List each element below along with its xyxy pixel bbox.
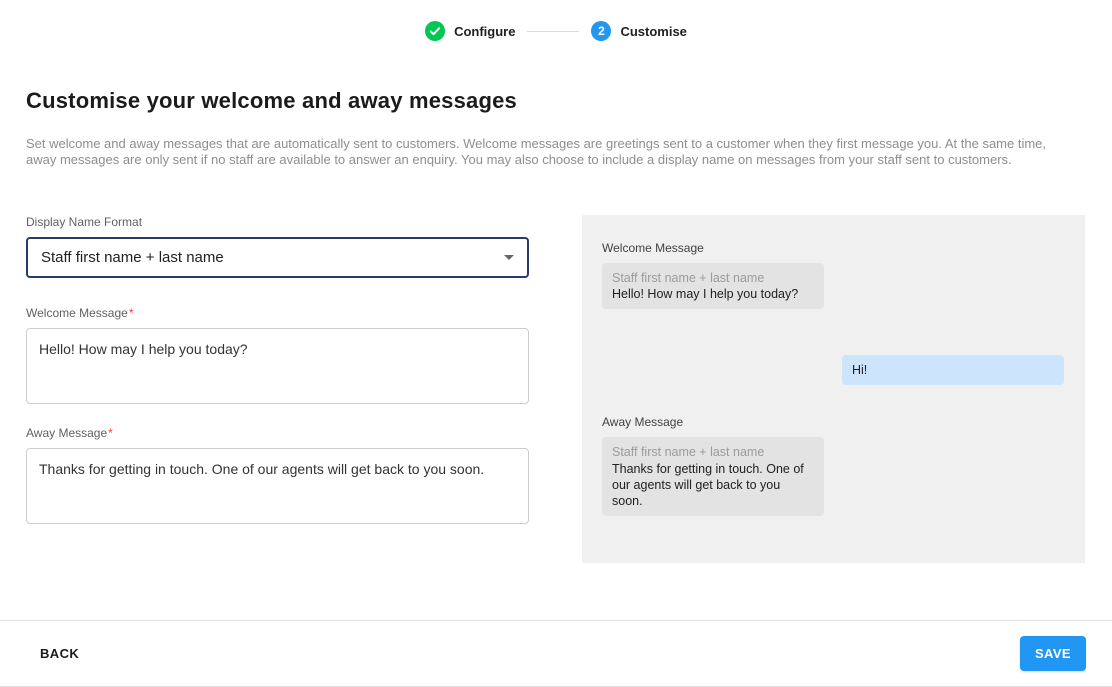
preview-away-label: Away Message (602, 415, 1064, 429)
bubble-text: Hi! (852, 362, 1054, 378)
away-message-label-text: Away Message (26, 426, 107, 440)
footer-action-bar: BACK SAVE (0, 620, 1112, 686)
bubble-text: Thanks for getting in touch. One of our … (612, 461, 814, 510)
bubble-text: Hello! How may I help you today? (612, 286, 814, 302)
display-name-format-label: Display Name Format (26, 215, 529, 229)
display-name-format-select[interactable]: Staff first name + last name (26, 237, 529, 278)
away-message-label: Away Message* (26, 426, 529, 440)
dropdown-arrow-icon (504, 255, 514, 260)
required-asterisk: * (129, 306, 134, 320)
chat-preview-panel: Welcome Message Staff first name + last … (582, 215, 1085, 563)
welcome-message-label-text: Welcome Message (26, 306, 128, 320)
step-customise-label: Customise (620, 24, 686, 39)
welcome-preview-bubble: Staff first name + last name Hello! How … (602, 263, 824, 310)
save-button[interactable]: SAVE (1020, 636, 1086, 671)
check-circle-icon (425, 21, 445, 41)
step-customise[interactable]: 2 Customise (591, 21, 686, 41)
step-configure[interactable]: Configure (425, 21, 515, 41)
step-configure-label: Configure (454, 24, 515, 39)
required-asterisk: * (108, 426, 113, 440)
content-area: Display Name Format Staff first name + l… (26, 215, 1085, 563)
welcome-message-input[interactable]: Hello! How may I help you today? (26, 328, 529, 404)
welcome-message-label: Welcome Message* (26, 306, 529, 320)
bubble-sender-name: Staff first name + last name (612, 444, 814, 460)
preview-welcome-label: Welcome Message (602, 241, 1064, 255)
stepper-connector (527, 31, 579, 32)
step-2-badge: 2 (591, 21, 611, 41)
away-message-input[interactable]: Thanks for getting in touch. One of our … (26, 448, 529, 524)
message-form: Display Name Format Staff first name + l… (26, 215, 529, 529)
away-preview-bubble: Staff first name + last name Thanks for … (602, 437, 824, 516)
display-name-format-label-text: Display Name Format (26, 215, 142, 229)
page-description: Set welcome and away messages that are a… (26, 136, 1072, 169)
back-button[interactable]: BACK (40, 638, 79, 669)
stepper: Configure 2 Customise (0, 0, 1112, 41)
customer-preview-bubble: Hi! (842, 355, 1064, 385)
customise-messages-page: Configure 2 Customise Customise your wel… (0, 0, 1112, 687)
page-title: Customise your welcome and away messages (26, 88, 1086, 114)
bubble-sender-name: Staff first name + last name (612, 270, 814, 286)
display-name-format-value: Staff first name + last name (41, 249, 224, 266)
